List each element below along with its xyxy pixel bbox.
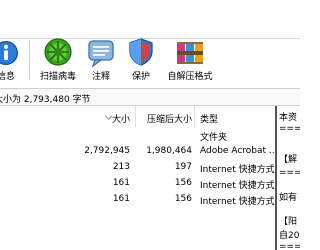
item-size: 2,792,945 — [84, 146, 130, 156]
file-list[interactable]: 大小 压缩后大小 类型 文件夹 2,792,945 1,980,464 Adob… — [0, 106, 274, 250]
protect-button[interactable]: 保护 — [126, 36, 156, 86]
sfx-button[interactable]: 自解压格式 — [164, 36, 216, 86]
toolbar-separator — [29, 40, 30, 80]
comment-line: 【阳 — [279, 217, 298, 227]
item-type: Internet 快捷方式 — [200, 165, 274, 175]
item-type: Internet 快捷方式 — [200, 181, 274, 191]
column-divider[interactable] — [135, 106, 136, 128]
column-size[interactable]: 大小 — [112, 112, 130, 125]
status-text: 大小为 2,793,480 字节 — [0, 95, 91, 105]
info-button[interactable]: 信息 — [0, 36, 20, 86]
column-packed[interactable]: 压缩后大小 — [147, 112, 192, 125]
comment-icon — [88, 40, 114, 68]
comment-line: 本资 — [279, 113, 298, 123]
sfx-label: 自解压格式 — [167, 72, 213, 82]
item-packed: 156 — [174, 194, 192, 204]
comment-line: 自20 — [279, 231, 300, 241]
item-type: Internet 快捷方式 — [200, 197, 274, 207]
comment-line: ==== — [279, 242, 300, 250]
shield-icon — [129, 38, 153, 66]
comment-label: 注释 — [91, 72, 110, 82]
protect-label: 保护 — [131, 72, 150, 82]
virus-scan-icon — [44, 38, 72, 66]
comment-line: 如有 — [279, 193, 298, 203]
item-type: Adobe Acrobat ... — [200, 146, 274, 156]
list-item[interactable]: 文件夹 — [0, 128, 274, 144]
list-item[interactable]: 161 156 Internet 快捷方式 — [0, 176, 274, 192]
column-type[interactable]: 类型 — [200, 112, 218, 125]
scan-virus-button[interactable]: 扫描病毒 — [36, 36, 80, 86]
list-item[interactable]: 213 197 Internet 快捷方式 — [0, 160, 274, 176]
comment-line: ==== — [279, 124, 300, 134]
item-size: 213 — [112, 162, 130, 172]
comment-line: 【解 — [279, 155, 298, 165]
item-packed: 156 — [174, 178, 192, 188]
scan-virus-label: 扫描病毒 — [39, 72, 76, 82]
comment-button[interactable]: 注释 — [86, 36, 116, 86]
info-button-label: 信息 — [0, 72, 15, 82]
toolbar: 信息 扫描病毒 注释 保护 自解压格式 — [0, 0, 300, 88]
item-packed: 197 — [174, 162, 192, 172]
column-divider[interactable] — [194, 106, 195, 128]
list-item[interactable]: 161 156 Internet 快捷方式 — [0, 192, 274, 208]
item-packed: 1,980,464 — [146, 146, 192, 156]
list-header: 大小 压缩后大小 类型 — [0, 106, 274, 128]
item-size: 161 — [112, 178, 130, 188]
comment-panel[interactable]: 本资 ==== 【解 ==== 如有 【阳 自20 ==== — [275, 106, 300, 250]
comment-line: ==== — [279, 168, 300, 178]
list-item[interactable]: 2,792,945 1,980,464 Adobe Acrobat ... — [0, 144, 274, 160]
item-type: 文件夹 — [200, 133, 228, 143]
status-bar: 大小为 2,793,480 字节 — [0, 88, 300, 106]
info-icon — [0, 40, 19, 66]
item-size: 161 — [112, 194, 130, 204]
sfx-archive-icon — [177, 42, 203, 64]
